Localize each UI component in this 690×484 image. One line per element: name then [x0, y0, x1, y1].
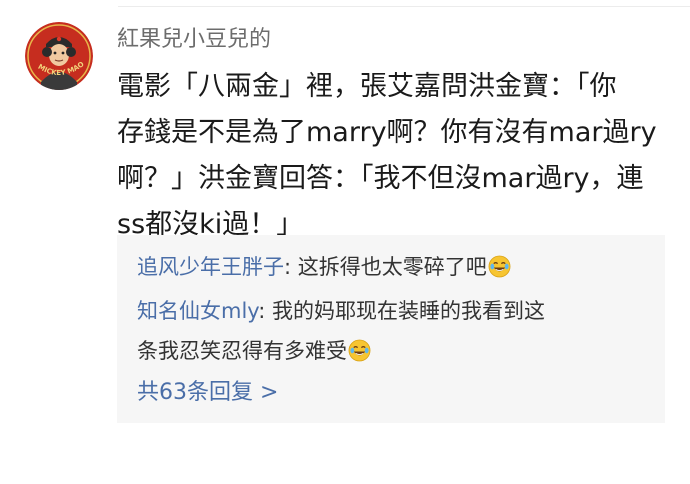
- view-all-replies-link[interactable]: 共63条回复 >: [137, 373, 278, 413]
- reply-author[interactable]: 知名仙女mly: [137, 299, 258, 323]
- reply-item: 追风少年王胖子: 这拆得也太零碎了吧: [137, 247, 657, 287]
- reply-text: 这拆得也太零碎了吧: [297, 255, 487, 279]
- reply-separator: :: [258, 299, 272, 323]
- laugh-cry-emoji-icon: [488, 255, 511, 278]
- reply-line: 知名仙女mly: 我的妈耶现在装睡的我看到这: [137, 291, 657, 331]
- reply-text: 我的妈耶现在装睡的我看到这: [271, 299, 545, 323]
- content-line: 電影「八兩金」裡，張艾嘉問洪金寶：「你: [117, 71, 617, 102]
- comment-item: MICKEY MAO 紅果兒小豆兒的 電影「八兩金」裡，張艾嘉問洪金寶：「你 存…: [0, 0, 690, 484]
- reply-text: 条我忍笑忍得有多难受: [137, 339, 347, 363]
- content-line: 啊？」洪金寶回答：「我不但沒mar過ry，連: [117, 163, 644, 194]
- comment-username[interactable]: 紅果兒小豆兒的: [117, 24, 271, 56]
- reply-author[interactable]: 追风少年王胖子: [137, 255, 284, 279]
- reply-line: 条我忍笑忍得有多难受: [137, 331, 657, 371]
- reply-line: 追风少年王胖子: 这拆得也太零碎了吧: [137, 247, 657, 287]
- replies-panel: 追风少年王胖子: 这拆得也太零碎了吧 知名仙女mly: 我的妈耶现在装睡的我看到…: [117, 235, 665, 423]
- reply-separator: :: [284, 255, 298, 279]
- avatar[interactable]: MICKEY MAO: [25, 22, 93, 90]
- reply-item: 知名仙女mly: 我的妈耶现在装睡的我看到这 条我忍笑忍得有多难受: [137, 291, 657, 371]
- avatar-portrait-icon: MICKEY MAO: [25, 22, 93, 90]
- laugh-cry-emoji-icon: [348, 339, 371, 362]
- content-line: 存錢是不是為了marry啊？你有沒有mar過ry: [117, 117, 657, 148]
- comment-content: 電影「八兩金」裡，張艾嘉問洪金寶：「你 存錢是不是為了marry啊？你有沒有ma…: [117, 64, 677, 248]
